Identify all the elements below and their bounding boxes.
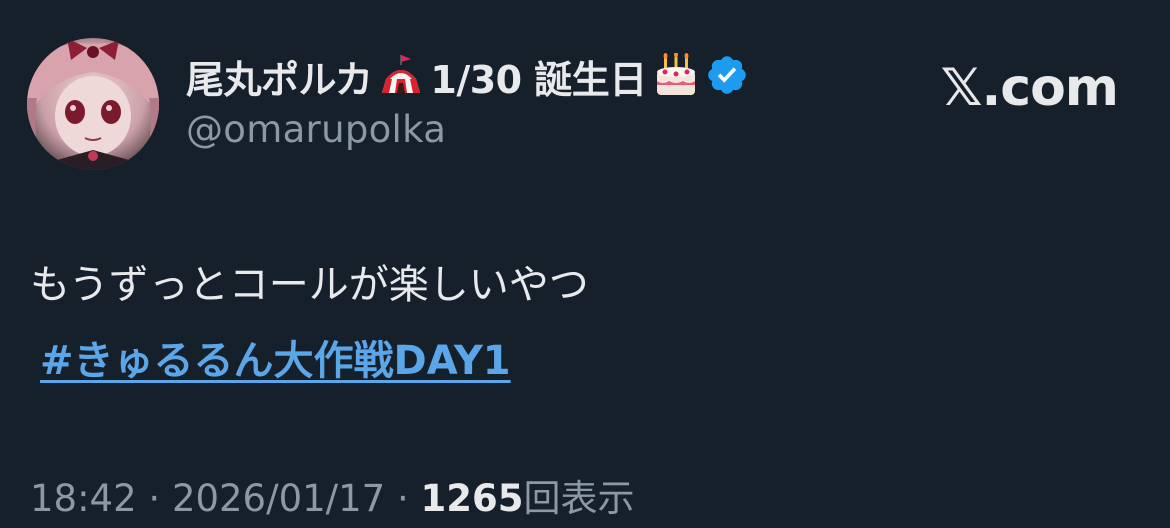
tweet-text: もうずっとコールが楽しいやつ — [30, 262, 589, 308]
user-handle[interactable]: @omarupolka — [186, 108, 446, 151]
circus-tent-icon — [378, 53, 424, 99]
avatar-image — [27, 38, 159, 170]
tweet-time[interactable]: 18:42 — [30, 477, 137, 520]
views-count[interactable]: 1265 — [421, 477, 524, 520]
hashtag-link[interactable]: #きゅるるん大作戦DAY1 — [40, 328, 511, 386]
views-label: 回表示 — [523, 477, 635, 520]
birthday-text[interactable]: 1/30 誕生日 — [430, 49, 647, 104]
meta-separator: · — [396, 477, 409, 520]
birthday-cake-icon — [653, 53, 699, 99]
meta-separator: · — [148, 477, 161, 520]
tweet-date[interactable]: 2026/01/17 — [172, 477, 385, 520]
display-name-row[interactable]: 尾丸ポルカ 1/30 誕生日 — [186, 48, 751, 104]
site-label: 𝕏.com — [940, 58, 1119, 118]
tweet-meta: 18:42 · 2026/01/17 · 1265回表示 — [30, 468, 634, 522]
tweet-card: 尾丸ポルカ 1/30 誕生日 @omarupolka 𝕏.com もうずっとコー… — [0, 0, 1170, 528]
verified-badge-icon[interactable] — [705, 53, 751, 99]
avatar[interactable] — [27, 38, 159, 170]
display-name[interactable]: 尾丸ポルカ — [186, 49, 373, 104]
